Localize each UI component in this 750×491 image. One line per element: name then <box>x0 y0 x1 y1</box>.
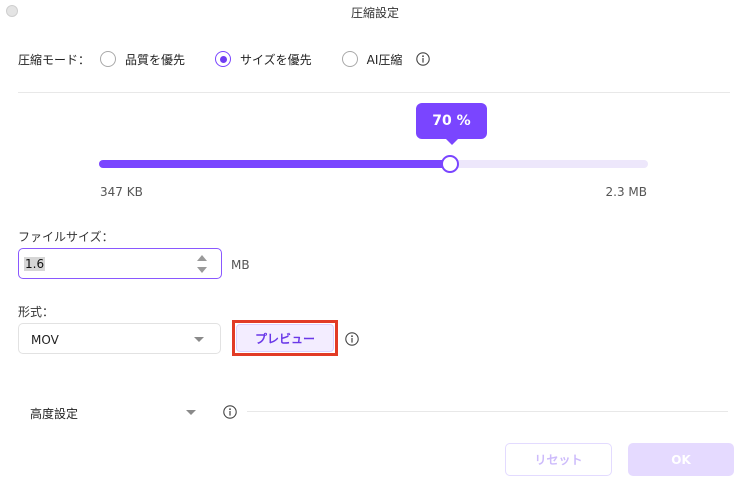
info-icon[interactable] <box>416 52 431 66</box>
compression-mode-label: 圧縮モード： <box>18 52 91 67</box>
file-size-stepper[interactable] <box>197 253 207 275</box>
format-label: 形式： <box>18 305 55 319</box>
mode-option-label: 品質を優先 <box>125 52 186 67</box>
stepper-down-icon[interactable] <box>197 267 207 273</box>
slider-fill <box>99 160 451 168</box>
file-size-input[interactable]: 1.6 <box>18 248 222 279</box>
slider-thumb[interactable] <box>441 155 460 173</box>
chevron-down-icon <box>194 337 204 342</box>
radio-size[interactable] <box>215 51 232 67</box>
slider-min-label: 347 KB <box>100 185 143 199</box>
slider-value-bubble: 70 % <box>416 103 487 145</box>
advanced-settings-toggle[interactable]: 高度設定 <box>30 405 78 422</box>
preview-button[interactable]: プレビュー <box>236 324 334 352</box>
title-bar: 圧縮設定 <box>0 0 750 24</box>
format-select[interactable]: MOV <box>18 323 221 354</box>
ok-button[interactable]: OK <box>628 443 734 476</box>
radio-quality[interactable] <box>100 51 117 67</box>
compression-mode-row: 圧縮モード： 品質を優先 サイズを優先 AI圧縮 <box>18 49 431 69</box>
file-size-unit: MB <box>231 258 250 272</box>
reset-button[interactable]: リセット <box>505 443 612 476</box>
chevron-down-icon[interactable] <box>186 410 196 415</box>
file-size-value[interactable]: 1.6 <box>24 257 46 271</box>
format-selected-value: MOV <box>31 333 59 347</box>
info-icon[interactable] <box>345 331 359 346</box>
mode-option-label: サイズを優先 <box>240 52 312 67</box>
advanced-divider <box>247 411 728 412</box>
info-icon[interactable] <box>223 404 237 419</box>
mode-option-size[interactable]: サイズを優先 <box>215 51 312 68</box>
mode-option-ai[interactable]: AI圧縮 <box>341 51 403 68</box>
slider-track[interactable] <box>99 155 648 173</box>
radio-ai[interactable] <box>341 51 358 67</box>
mode-option-quality[interactable]: 品質を優先 <box>100 51 185 68</box>
window-title: 圧縮設定 <box>350 6 399 20</box>
mode-option-label: AI圧縮 <box>366 52 403 67</box>
file-size-label: ファイルサイズ： <box>18 230 114 244</box>
section-divider <box>18 92 730 93</box>
slider-max-label: 2.3 MB <box>605 185 647 199</box>
compression-slider: 70 % 347 KB 2.3 MB <box>0 100 750 210</box>
stepper-up-icon[interactable] <box>197 255 207 261</box>
